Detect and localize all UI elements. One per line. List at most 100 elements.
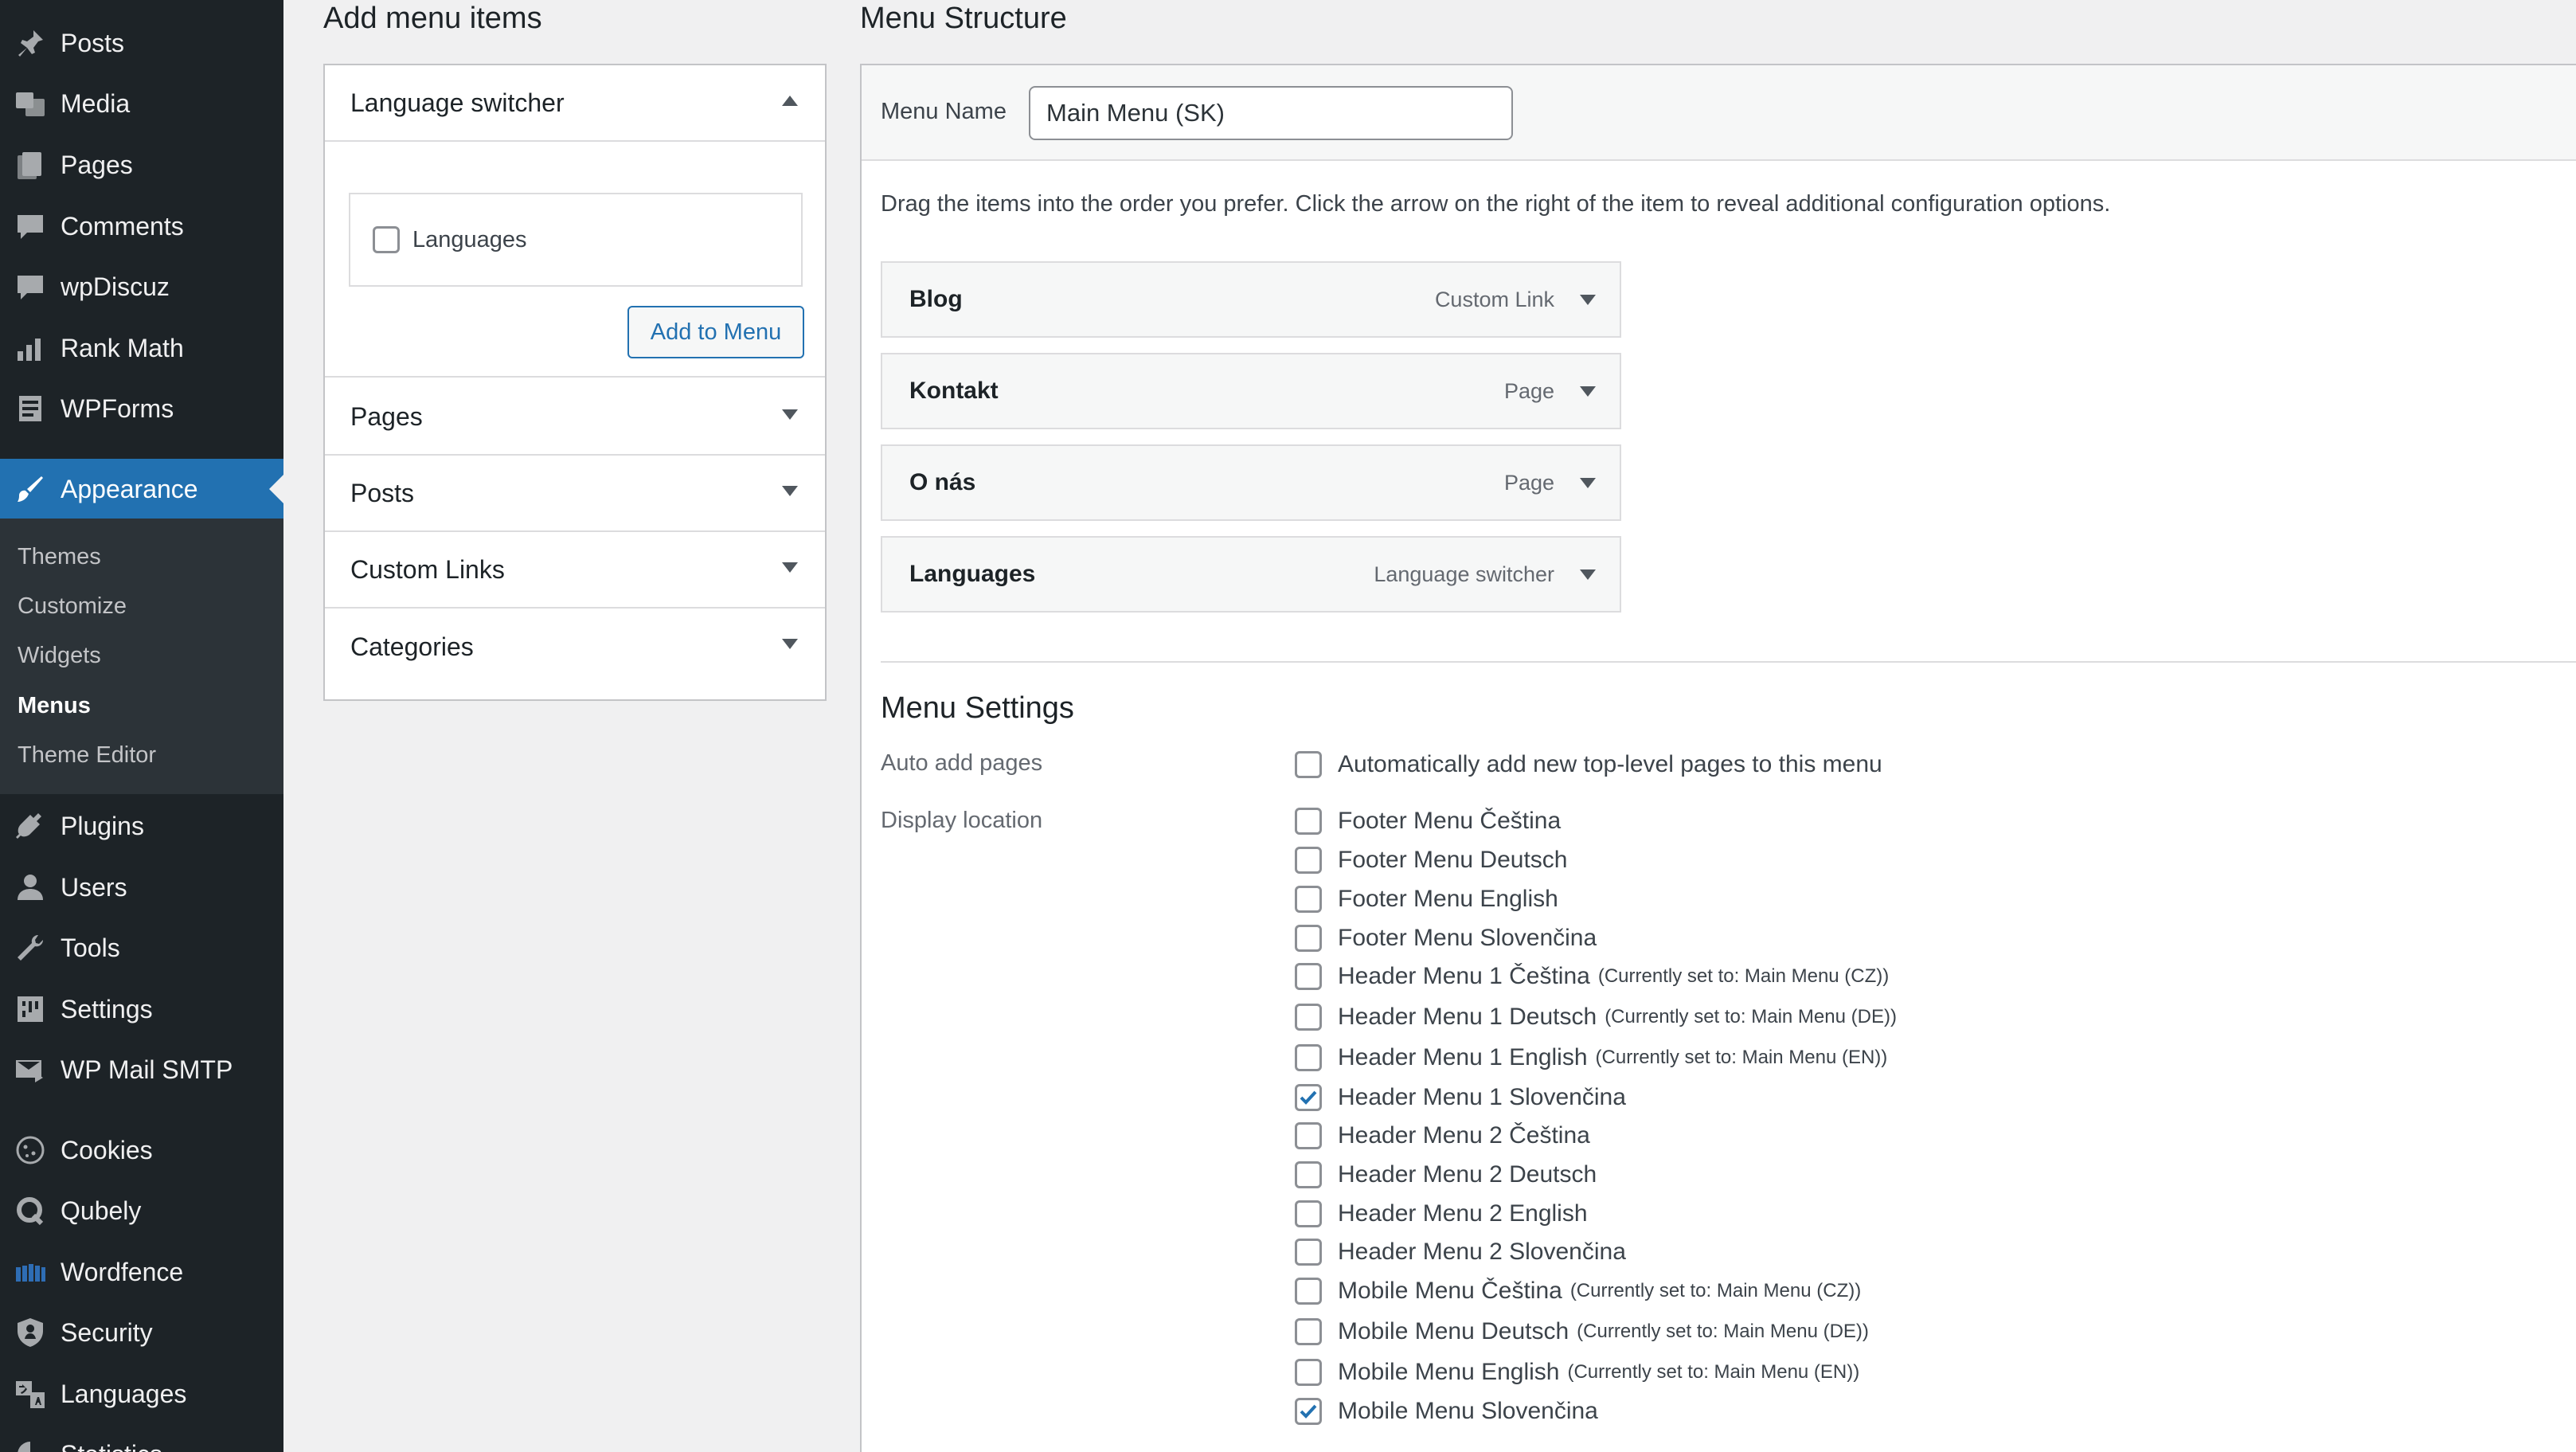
shield-icon	[11, 1313, 49, 1352]
menu-item-languages[interactable]: Languages Language switcher	[881, 536, 1621, 613]
location-checkbox[interactable]	[1295, 1161, 1322, 1188]
menu-item-blog[interactable]: Blog Custom Link	[881, 261, 1621, 338]
location-label: Header Menu 1 Deutsch	[1338, 1004, 1597, 1030]
display-location-option[interactable]: Footer Menu Deutsch	[1295, 843, 1567, 878]
sidebar-item-wpforms[interactable]: WPForms	[0, 378, 283, 439]
accordion-categories[interactable]: Categories	[325, 609, 825, 685]
sidebar-item-pages[interactable]: Pages	[0, 135, 283, 195]
location-checkbox[interactable]	[1295, 1122, 1322, 1149]
accordion-title: Posts	[350, 478, 415, 507]
location-checkbox[interactable]	[1295, 925, 1322, 952]
display-location-option[interactable]: Mobile Menu English (Currently set to: Ma…	[1295, 1355, 1859, 1390]
display-location-option[interactable]: Header Menu 1 English (Currently set to: …	[1295, 1040, 1887, 1075]
collapse-arrow-icon[interactable]	[782, 96, 798, 106]
display-location-option[interactable]: Mobile Menu Slovenčina	[1295, 1394, 1598, 1429]
language-switcher-body: Languages Add to Menu	[325, 142, 825, 378]
sidebar-item-wp-mail-smtp[interactable]: WP Mail SMTP	[0, 1039, 283, 1100]
display-location-option[interactable]: Footer Menu English	[1295, 882, 1558, 917]
location-label: Header Menu 1 English	[1338, 1044, 1588, 1070]
menu-item-title: Languages	[909, 561, 1036, 587]
sidebar-item-appearance[interactable]: Appearance	[0, 459, 283, 519]
submenu-customize[interactable]: Customize	[18, 590, 127, 622]
location-checkbox[interactable]	[1295, 1318, 1322, 1345]
submenu-themes[interactable]: Themes	[18, 541, 101, 573]
sidebar-item-plugins[interactable]: Plugins	[0, 796, 283, 856]
menu-item-kontakt[interactable]: Kontakt Page	[881, 353, 1621, 429]
accordion-pages[interactable]: Pages	[325, 379, 825, 456]
accordion-language-switcher[interactable]: Language switcher	[325, 65, 825, 142]
location-current-note: (Currently set to: Main Menu (EN))	[1595, 1047, 1888, 1068]
location-checkbox[interactable]	[1295, 886, 1322, 913]
display-location-option[interactable]: Footer Menu Čeština	[1295, 804, 1561, 839]
add-menu-items-panel: Language switcher Languages Add to Menu …	[323, 64, 827, 701]
sidebar-item-wordfence[interactable]: Wordfence	[0, 1242, 283, 1302]
menu-item-title: Kontakt	[909, 378, 999, 404]
display-location-option[interactable]: Header Menu 1 Čeština (Currently set to: …	[1295, 959, 1889, 994]
expand-arrow-icon[interactable]	[782, 562, 798, 573]
plugin-icon	[11, 807, 49, 845]
expand-arrow-icon[interactable]	[782, 639, 798, 649]
location-checkbox[interactable]	[1295, 963, 1322, 990]
location-checkbox[interactable]	[1295, 808, 1322, 835]
expand-arrow-icon[interactable]	[782, 486, 798, 496]
sidebar-item-settings[interactable]: Settings	[0, 979, 283, 1039]
expand-arrow-icon[interactable]	[782, 409, 798, 420]
location-checkbox[interactable]	[1295, 1239, 1322, 1266]
sidebar-item-statistics[interactable]: Statistics	[0, 1424, 283, 1452]
add-to-menu-button[interactable]: Add to Menu	[627, 306, 804, 358]
display-location-option[interactable]: Header Menu 2 Čeština	[1295, 1118, 1590, 1153]
location-checkbox[interactable]	[1295, 1359, 1322, 1386]
sidebar-item-posts[interactable]: Posts	[0, 13, 283, 73]
display-location-option[interactable]: Header Menu 2 Deutsch	[1295, 1157, 1597, 1192]
auto-add-text: Automatically add new top-level pages to…	[1338, 751, 1882, 777]
display-location-option[interactable]: Header Menu 2 Slovenčina	[1295, 1235, 1626, 1270]
form-icon	[11, 389, 49, 428]
expand-arrow-icon[interactable]	[1580, 295, 1596, 305]
sidebar-item-label: Comments	[61, 211, 184, 241]
sidebar-item-tools[interactable]: Tools	[0, 918, 283, 978]
location-checkbox[interactable]	[1295, 1044, 1322, 1071]
display-location-option[interactable]: Header Menu 1 Deutsch (Currently set to: …	[1295, 1000, 1897, 1035]
display-location-option[interactable]: Mobile Menu Čeština (Currently set to: Ma…	[1295, 1274, 1861, 1309]
display-location-option[interactable]: Header Menu 2 English	[1295, 1196, 1588, 1231]
sidebar-item-cookies[interactable]: Cookies	[0, 1120, 283, 1180]
pages-icon	[11, 146, 49, 184]
mail-icon	[11, 1051, 49, 1089]
display-location-option[interactable]: Header Menu 1 Slovenčina	[1295, 1080, 1626, 1115]
location-label: Header Menu 2 Slovenčina	[1338, 1239, 1626, 1265]
location-checkbox[interactable]	[1295, 847, 1322, 874]
menu-name-label: Menu Name	[881, 99, 1007, 124]
submenu-widgets[interactable]: Widgets	[18, 640, 101, 671]
wordfence-icon	[11, 1253, 49, 1291]
submenu-theme-editor[interactable]: Theme Editor	[18, 739, 156, 771]
location-label: Mobile Menu Slovenčina	[1338, 1398, 1598, 1424]
languages-checkbox[interactable]	[373, 226, 400, 253]
expand-arrow-icon[interactable]	[1580, 478, 1596, 488]
display-location-option[interactable]: Mobile Menu Deutsch (Currently set to: Ma…	[1295, 1314, 1869, 1349]
accordion-custom-links[interactable]: Custom Links	[325, 532, 825, 609]
sidebar-item-rank-math[interactable]: Rank Math	[0, 318, 283, 378]
expand-arrow-icon[interactable]	[1580, 569, 1596, 580]
sidebar-item-languages[interactable]: Languages	[0, 1364, 283, 1424]
sidebar-item-qubely[interactable]: Qubely	[0, 1180, 283, 1241]
location-label: Footer Menu Slovenčina	[1338, 925, 1597, 951]
sidebar-item-comments[interactable]: Comments	[0, 196, 283, 256]
menu-name-input[interactable]	[1029, 86, 1513, 140]
auto-add-checkbox[interactable]	[1295, 751, 1322, 778]
accordion-posts[interactable]: Posts	[325, 456, 825, 532]
sidebar-item-wpdiscuz[interactable]: wpDiscuz	[0, 256, 283, 317]
sidebar-item-security[interactable]: Security	[0, 1302, 283, 1363]
location-checkbox[interactable]	[1295, 1004, 1322, 1031]
sidebar-item-users[interactable]: Users	[0, 857, 283, 918]
submenu-menus[interactable]: Menus	[18, 690, 91, 722]
location-checkbox[interactable]	[1295, 1084, 1322, 1111]
sidebar-item-media[interactable]: Media	[0, 73, 283, 134]
auto-add-option[interactable]: Automatically add new top-level pages to…	[1295, 747, 1882, 782]
expand-arrow-icon[interactable]	[1580, 386, 1596, 397]
location-checkbox[interactable]	[1295, 1398, 1322, 1425]
location-checkbox[interactable]	[1295, 1278, 1322, 1305]
appearance-submenu: Themes Customize Widgets Menus Theme Edi…	[0, 519, 283, 794]
menu-item-o-nas[interactable]: O nás Page	[881, 444, 1621, 521]
display-location-option[interactable]: Footer Menu Slovenčina	[1295, 921, 1597, 956]
location-checkbox[interactable]	[1295, 1200, 1322, 1227]
